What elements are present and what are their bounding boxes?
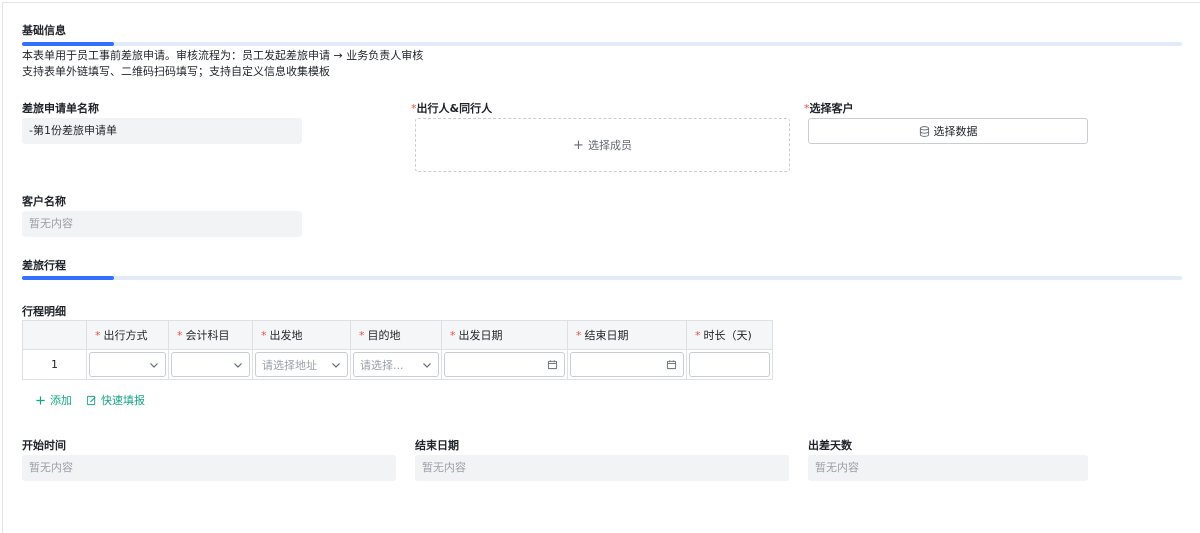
plus-icon: + — [573, 137, 584, 153]
start-time-value: 暂无内容 — [22, 455, 396, 481]
select-members-button[interactable]: + 选择成员 — [415, 118, 790, 172]
form-description-line2: 支持表单外链填写、二维码扫码填写；支持自定义信息收集模板 — [22, 65, 330, 78]
trip-days-value: 暂无内容 — [808, 455, 1088, 481]
start-time-label: 开始时间 — [22, 439, 66, 452]
select-data-button[interactable]: 选择数据 — [808, 118, 1088, 144]
chevron-down-icon — [234, 362, 242, 368]
col-header-start-date: * 出发日期 — [441, 320, 568, 350]
end-date-value: 暂无内容 — [415, 455, 789, 481]
transport-select[interactable] — [89, 352, 166, 377]
departure-select[interactable]: 请选择地址 — [255, 352, 348, 377]
col-header-transport: * 出行方式 — [86, 320, 169, 350]
col-header-end-date: * 结束日期 — [567, 320, 687, 350]
quick-fill-label: 快速填报 — [101, 394, 145, 407]
section-divider-basic — [22, 42, 1182, 46]
form-name-label: 差旅申请单名称 — [22, 102, 99, 115]
plus-icon — [36, 395, 45, 405]
table-row: 1 请选择地址 请选择... — [22, 349, 773, 380]
start-date-picker[interactable] — [444, 352, 565, 377]
customer-select-label: *选择客户 — [804, 102, 854, 115]
col-header-departure: * 出发地 — [252, 320, 351, 350]
itinerary-detail-label: 行程明细 — [22, 305, 66, 318]
trip-days-label: 出差天数 — [808, 439, 852, 452]
calendar-icon — [666, 360, 677, 370]
travelers-label: *出行人&同行人 — [411, 102, 493, 115]
row-index: 1 — [22, 349, 87, 380]
destination-select[interactable]: 请选择... — [353, 352, 439, 377]
customer-name-value: 暂无内容 — [22, 211, 302, 237]
table-actions: 添加 快速填报 — [35, 392, 159, 408]
select-data-label: 选择数据 — [933, 125, 978, 138]
account-select[interactable] — [171, 352, 250, 377]
add-row-button[interactable]: 添加 — [35, 392, 72, 408]
itinerary-table-header: * 出行方式 * 会计科目 * 出发地 * 目的地 * 出发日期 * 结束日期 * 时长（天) — [22, 320, 773, 350]
calendar-icon — [547, 360, 558, 370]
chevron-down-icon — [150, 362, 158, 368]
form-description-line1: 本表单用于员工事前差旅申请。审核流程为：员工发起差旅申请 → 业务负责人审核 — [22, 49, 424, 62]
duration-input[interactable] — [689, 352, 770, 377]
edit-icon — [86, 395, 96, 405]
section-title-itinerary: 差旅行程 — [22, 259, 66, 272]
col-header-account: * 会计科目 — [168, 320, 253, 350]
database-icon — [919, 125, 929, 137]
add-row-label: 添加 — [50, 394, 72, 407]
itinerary-table: * 出行方式 * 会计科目 * 出发地 * 目的地 * 出发日期 * 结束日期 * 时长（天)… — [22, 320, 773, 380]
section-title-basic: 基础信息 — [22, 24, 66, 37]
quick-fill-button[interactable]: 快速填报 — [86, 392, 145, 408]
end-date-picker[interactable] — [570, 352, 684, 377]
section-divider-itinerary — [22, 276, 1182, 280]
chevron-down-icon — [423, 362, 431, 368]
form-canvas — [2, 2, 1200, 533]
col-index-header — [22, 320, 87, 350]
col-header-destination: * 目的地 — [350, 320, 442, 350]
select-members-label: 选择成员 — [587, 139, 632, 152]
customer-name-label: 客户名称 — [22, 195, 66, 208]
end-date-label: 结束日期 — [415, 439, 459, 452]
form-name-value: -第1份差旅申请单 — [22, 118, 302, 144]
col-header-duration: * 时长（天) — [686, 320, 773, 350]
chevron-down-icon — [332, 362, 340, 368]
